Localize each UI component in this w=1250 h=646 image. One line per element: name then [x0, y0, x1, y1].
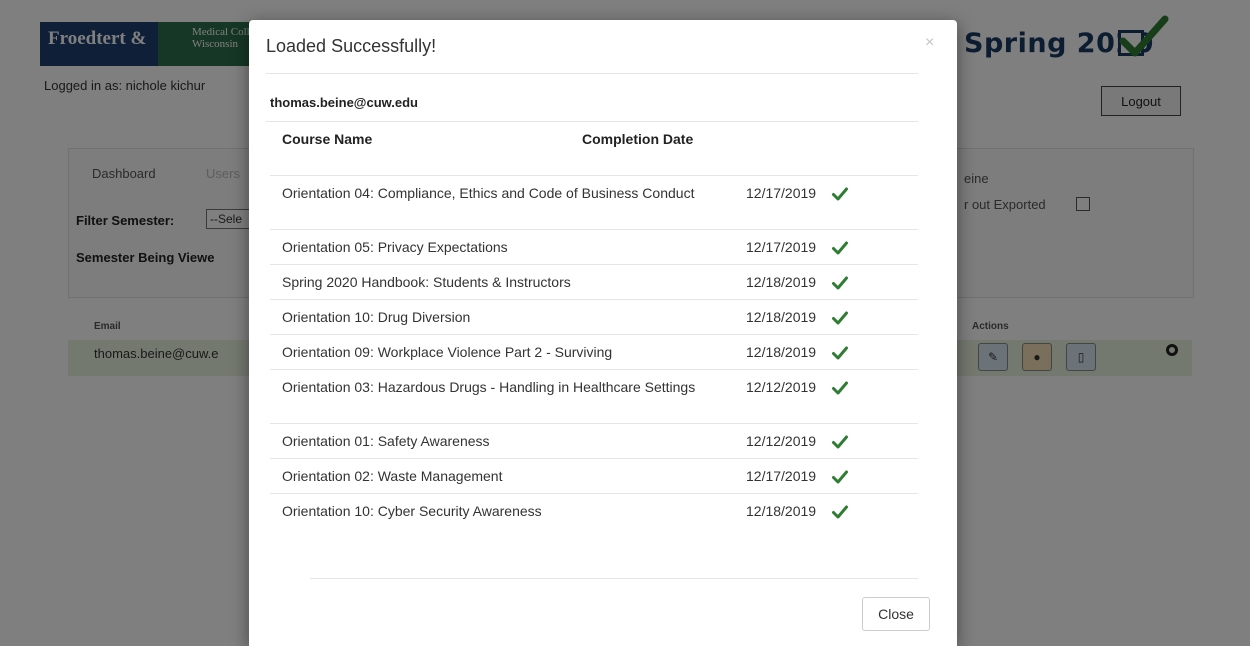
close-icon[interactable]: ×	[925, 34, 934, 52]
col-course-name: Course Name	[282, 131, 373, 147]
course-row: Orientation 02: Waste Management 12/17/20…	[270, 458, 918, 493]
check-icon	[832, 470, 848, 484]
completion-date: 12/18/2019	[746, 344, 817, 360]
check-icon	[832, 241, 848, 255]
completion-date: 12/12/2019	[746, 379, 817, 395]
course-name: Orientation 01: Safety Awareness	[282, 433, 490, 449]
course-row: Orientation 10: Cyber Security Awareness…	[270, 493, 918, 528]
course-name: Orientation 03: Hazardous Drugs - Handli…	[282, 379, 696, 395]
completion-date: 12/17/2019	[746, 185, 817, 201]
course-row: Orientation 01: Safety Awareness 12/12/20…	[270, 423, 918, 458]
course-name: Orientation 09: Workplace Violence Part …	[282, 344, 613, 360]
course-row: Orientation 03: Hazardous Drugs - Handli…	[270, 369, 918, 423]
col-completion-date: Completion Date	[582, 131, 694, 147]
course-name: Spring 2020 Handbook: Students & Instruc…	[282, 274, 571, 290]
modal-header-divider	[266, 73, 918, 74]
course-row: Orientation 04: Compliance, Ethics and C…	[270, 175, 918, 229]
check-icon	[832, 435, 848, 449]
check-icon	[832, 187, 848, 201]
check-icon	[832, 505, 848, 519]
completion-date: 12/12/2019	[746, 433, 817, 449]
close-button[interactable]: Close	[862, 597, 930, 631]
modal-title: Loaded Successfully!	[266, 36, 437, 56]
course-row: Orientation 09: Workplace Violence Part …	[270, 334, 918, 369]
completion-date: 12/17/2019	[746, 239, 817, 255]
check-icon	[832, 311, 848, 325]
course-name: Orientation 02: Waste Management	[282, 468, 503, 484]
check-icon	[832, 276, 848, 290]
user-email: thomas.beine@cuw.edu	[270, 95, 418, 110]
check-icon	[832, 381, 848, 395]
course-name: Orientation 04: Compliance, Ethics and C…	[282, 185, 695, 201]
user-divider	[266, 121, 918, 122]
course-row: Orientation 10: Drug Diversion 12/18/2019	[270, 299, 918, 334]
course-row: Orientation 05: Privacy Expectations 12/1…	[270, 229, 918, 264]
completion-date: 12/18/2019	[746, 274, 817, 290]
completion-date: 12/17/2019	[746, 468, 817, 484]
course-name: Orientation 10: Drug Diversion	[282, 309, 471, 325]
course-row: Spring 2020 Handbook: Students & Instruc…	[270, 264, 918, 299]
completion-date: 12/18/2019	[746, 503, 817, 519]
completion-date: 12/18/2019	[746, 309, 817, 325]
course-name: Orientation 10: Cyber Security Awareness	[282, 503, 542, 519]
footer-divider	[310, 578, 918, 579]
course-name: Orientation 05: Privacy Expectations	[282, 239, 508, 255]
check-icon	[832, 346, 848, 360]
